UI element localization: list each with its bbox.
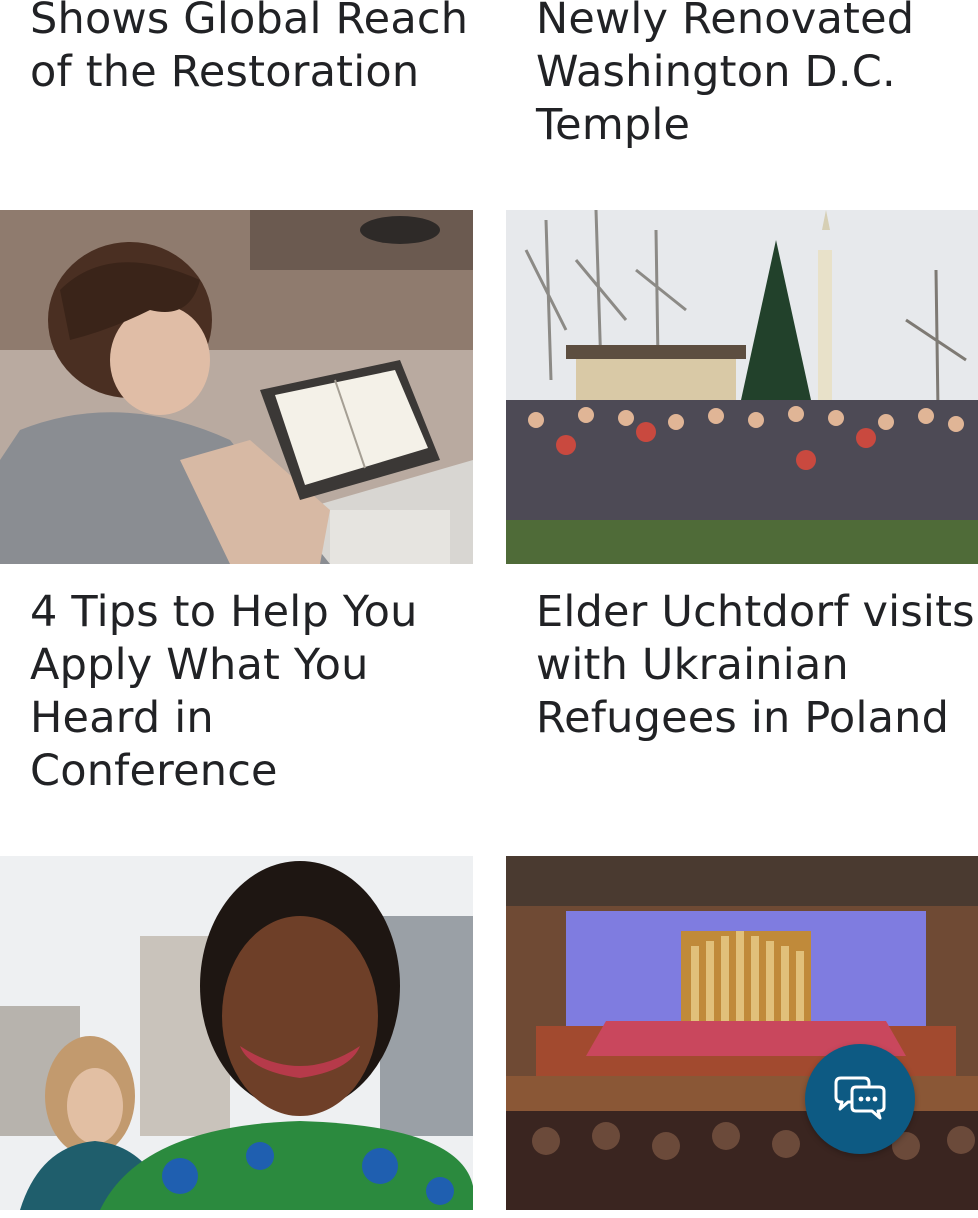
chat-button[interactable] bbox=[805, 1044, 915, 1154]
article-image-conference-center[interactable] bbox=[506, 856, 978, 1210]
article-image-woman[interactable] bbox=[0, 856, 473, 1210]
chat-bubbles-icon bbox=[834, 1076, 886, 1120]
article-title[interactable]: Elder Uchtdorf visits with Ukrainian Ref… bbox=[536, 586, 976, 745]
article-title[interactable]: Shows Global Reach of the Restoration bbox=[30, 0, 470, 99]
ukrainian-refugees-group-photo bbox=[506, 210, 978, 564]
article-title[interactable]: Newly Renovated Washington D.C. Temple bbox=[536, 0, 966, 152]
smiling-woman-photo bbox=[0, 856, 473, 1210]
article-title[interactable]: 4 Tips to Help You Apply What You Heard … bbox=[30, 586, 440, 798]
man-reading-scriptures-photo bbox=[0, 210, 473, 564]
article-image-man-reading[interactable] bbox=[0, 210, 473, 564]
article-image-refugees[interactable] bbox=[506, 210, 978, 564]
conference-center-choir-photo bbox=[506, 856, 978, 1210]
